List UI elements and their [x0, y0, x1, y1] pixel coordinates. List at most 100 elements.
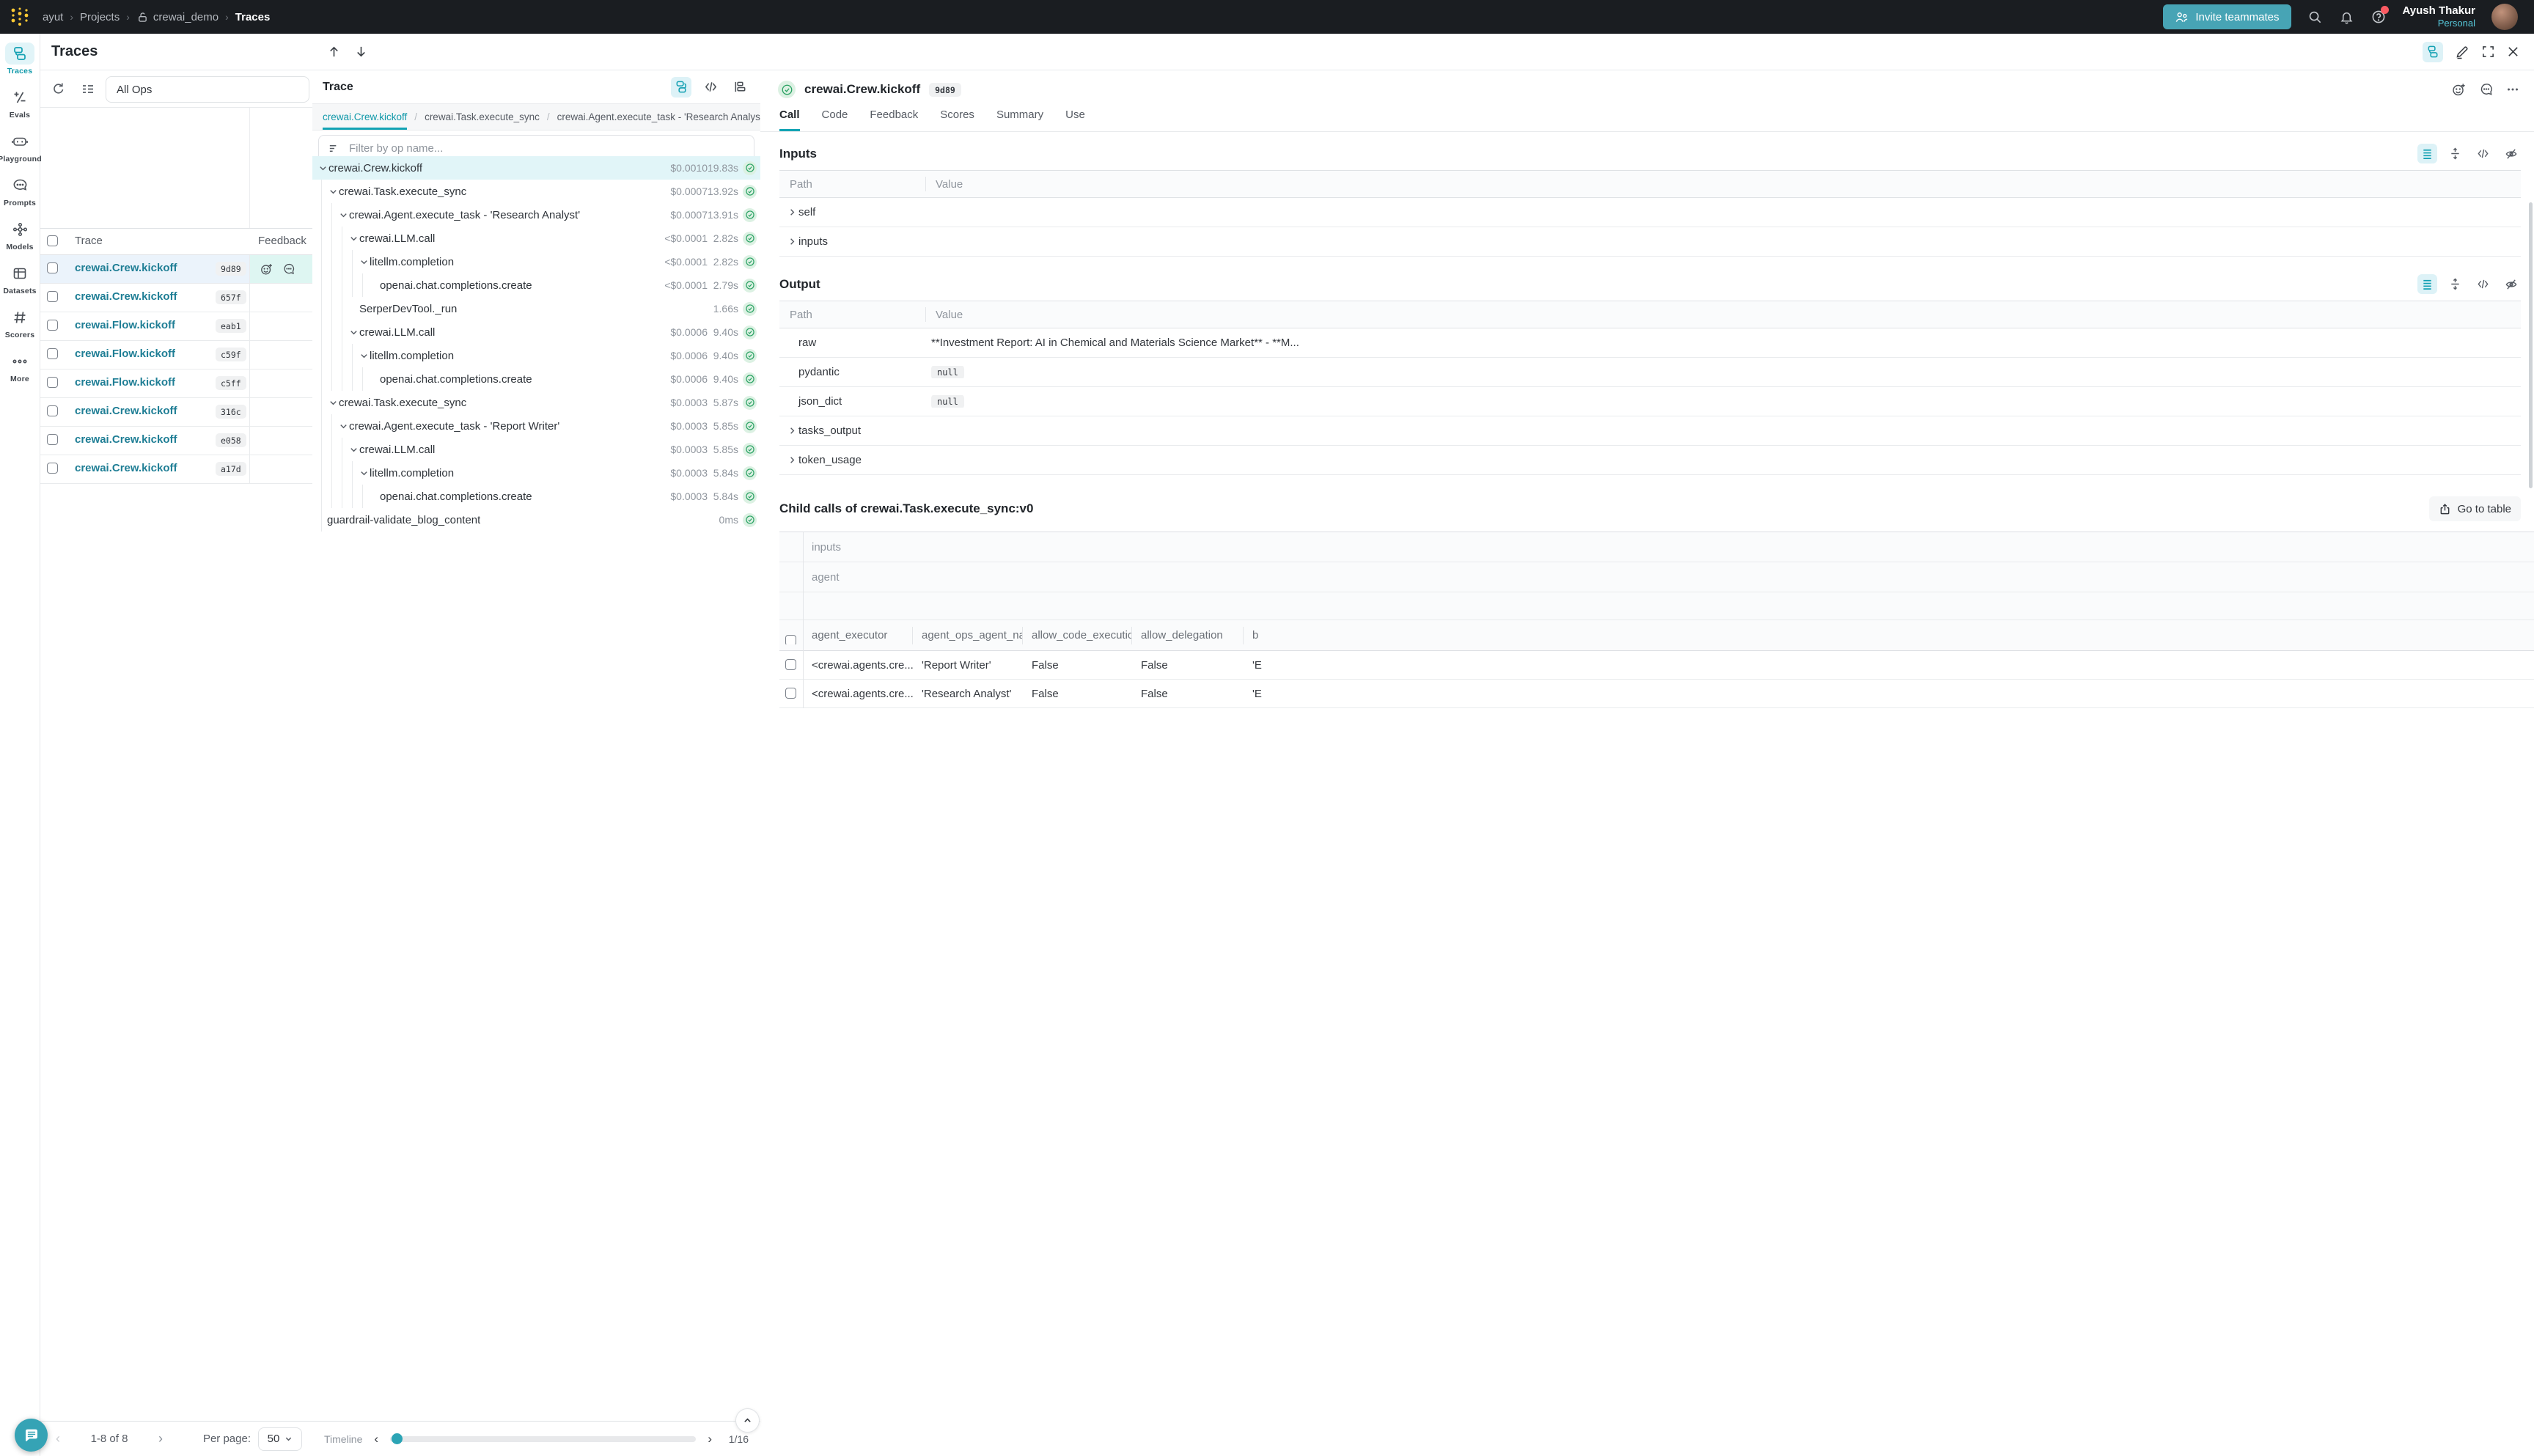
trace-name-link[interactable]: crewai.Crew.kickoff: [75, 405, 177, 417]
sidebar-item-more[interactable]: More: [5, 350, 34, 383]
kv-row[interactable]: pydantic null: [779, 358, 2521, 387]
row-checkbox[interactable]: [47, 262, 58, 273]
hide-values-toggle[interactable]: [2501, 144, 2521, 163]
chevron-down-icon[interactable]: [317, 163, 328, 173]
chevron-down-icon[interactable]: [337, 422, 349, 431]
list-view-toggle[interactable]: [2417, 274, 2437, 294]
tab-scores[interactable]: Scores: [940, 109, 974, 131]
expand-rows-toggle[interactable]: [2445, 144, 2465, 163]
sidebar-item-playground[interactable]: Playground: [0, 130, 42, 163]
chevron-down-icon[interactable]: [358, 257, 370, 267]
tab-summary[interactable]: Summary: [996, 109, 1043, 131]
chevron-right-icon[interactable]: [779, 207, 798, 217]
timeline-slider[interactable]: [390, 1436, 696, 1442]
trace-tree-row[interactable]: crewai.LLM.call $0.0003 5.85s: [312, 438, 760, 461]
breadcrumb-project[interactable]: crewai_demo: [136, 11, 218, 23]
chevron-right-icon[interactable]: [779, 455, 798, 465]
sidebar-item-traces[interactable]: Traces: [5, 43, 34, 76]
tab-use[interactable]: Use: [1065, 109, 1085, 131]
trace-name-link[interactable]: crewai.Flow.kickoff: [75, 319, 175, 331]
op-filter-dropdown[interactable]: All Ops: [106, 76, 309, 103]
kv-row[interactable]: json_dict null: [779, 387, 2521, 416]
chevron-down-icon[interactable]: [358, 468, 370, 478]
kv-row[interactable]: token_usage: [779, 446, 2521, 475]
trace-name-link[interactable]: crewai.Crew.kickoff: [75, 290, 177, 303]
list-view-toggle[interactable]: [2417, 144, 2437, 163]
op-name-filter-input[interactable]: [348, 141, 745, 155]
column-settings-icon[interactable]: [81, 81, 95, 96]
chat-widget-button[interactable]: [15, 1419, 48, 1452]
chevron-down-icon[interactable]: [337, 210, 349, 220]
tree-view-toggle[interactable]: [671, 77, 691, 98]
row-checkbox[interactable]: [47, 291, 58, 302]
close-icon[interactable]: [2507, 45, 2519, 58]
kv-row[interactable]: raw **Investment Report: AI in Chemical …: [779, 328, 2521, 358]
trace-name-link[interactable]: crewai.Flow.kickoff: [75, 348, 175, 360]
trace-tree-row[interactable]: litellm.completion <$0.0001 2.82s: [312, 250, 760, 273]
trace-name-link[interactable]: crewai.Crew.kickoff: [75, 462, 177, 474]
trace-tree-row[interactable]: openai.chat.completions.create <$0.0001 …: [312, 273, 760, 297]
add-reaction-icon[interactable]: [260, 262, 273, 276]
child-call-row[interactable]: <crewai.agents.cre...'Research Analyst'F…: [779, 680, 2534, 708]
chevron-right-icon[interactable]: [779, 237, 798, 246]
chevron-down-icon[interactable]: [348, 328, 359, 337]
row-checkbox[interactable]: [47, 377, 58, 388]
go-to-table-button[interactable]: Go to table: [2429, 496, 2521, 521]
trace-tree-row[interactable]: openai.chat.completions.create $0.0006 9…: [312, 367, 760, 391]
trace-row[interactable]: crewai.Crew.kickoff e058: [40, 427, 312, 455]
trace-tree-row[interactable]: litellm.completion $0.0006 9.40s: [312, 344, 760, 367]
comment-icon[interactable]: [282, 262, 295, 276]
notifications-bell-icon[interactable]: [2339, 10, 2354, 25]
timeline-prev-icon[interactable]: ‹: [371, 1432, 381, 1446]
avatar[interactable]: [2491, 4, 2518, 30]
chevron-down-icon[interactable]: [327, 187, 339, 196]
trace-tree-row[interactable]: litellm.completion $0.0003 5.84s: [312, 461, 760, 485]
trace-row[interactable]: crewai.Flow.kickoff eab1: [40, 312, 312, 341]
flame-view-toggle[interactable]: [730, 77, 750, 98]
sidebar-item-prompts[interactable]: Prompts: [4, 174, 36, 207]
tab-feedback[interactable]: Feedback: [870, 109, 918, 131]
chevron-down-icon[interactable]: [348, 445, 359, 455]
column-header[interactable]: b: [1244, 627, 1390, 644]
row-checkbox[interactable]: [47, 348, 58, 359]
arrow-down-icon[interactable]: [354, 45, 368, 59]
code-view-toggle[interactable]: [700, 77, 721, 98]
breadcrumb-projects[interactable]: Projects: [80, 11, 120, 23]
trace-row[interactable]: crewai.Flow.kickoff c5ff: [40, 369, 312, 398]
chevron-down-icon[interactable]: [358, 351, 370, 361]
trace-tree-row[interactable]: guardrail-validate_blog_content 0ms: [312, 508, 760, 532]
kv-row[interactable]: tasks_output: [779, 416, 2521, 446]
next-page-icon[interactable]: ›: [153, 1431, 169, 1446]
trace-tree-row[interactable]: crewai.Task.execute_sync $0.0007 13.92s: [312, 180, 760, 203]
row-checkbox[interactable]: [47, 434, 58, 445]
column-header[interactable]: allow_code_execution: [1023, 627, 1132, 644]
tree-layout-toggle[interactable]: [2423, 42, 2443, 62]
column-header[interactable]: allow_delegation: [1132, 627, 1244, 644]
chevron-down-icon[interactable]: [348, 234, 359, 243]
per-page-select[interactable]: 50: [258, 1427, 302, 1451]
row-checkbox[interactable]: [47, 405, 58, 416]
child-call-row[interactable]: <crewai.agents.cre...'Report Writer'Fals…: [779, 651, 2534, 680]
trace-name-link[interactable]: crewai.Flow.kickoff: [75, 376, 175, 389]
column-header[interactable]: agent_executor: [803, 627, 913, 644]
timeline-next-icon[interactable]: ›: [705, 1432, 715, 1446]
trace-tree-row[interactable]: crewai.LLM.call <$0.0001 2.82s: [312, 227, 760, 250]
hide-values-toggle[interactable]: [2501, 274, 2521, 294]
trace-row[interactable]: crewai.Crew.kickoff 316c: [40, 398, 312, 427]
expand-rows-toggle[interactable]: [2445, 274, 2465, 294]
scrollbar[interactable]: [2529, 202, 2533, 488]
comment-icon[interactable]: [2479, 82, 2494, 97]
trace-tree-row[interactable]: openai.chat.completions.create $0.0003 5…: [312, 485, 760, 508]
prev-page-icon[interactable]: ‹: [50, 1431, 66, 1446]
path-tab[interactable]: crewai.Agent.execute_task - 'Research An…: [557, 104, 760, 130]
trace-tree-row[interactable]: crewai.Agent.execute_task - 'Report Writ…: [312, 414, 760, 438]
trace-tree-row[interactable]: crewai.Task.execute_sync $0.0003 5.87s: [312, 391, 760, 414]
row-checkbox[interactable]: [785, 688, 796, 699]
trace-tree-row[interactable]: crewai.Crew.kickoff $0.0010 19.83s: [312, 156, 760, 180]
user-menu[interactable]: Ayush Thakur Personal: [2403, 4, 2475, 29]
kv-row[interactable]: self: [779, 198, 2521, 227]
chevron-right-icon[interactable]: [779, 426, 798, 435]
sidebar-item-models[interactable]: Models: [5, 218, 34, 251]
trace-name-link[interactable]: crewai.Crew.kickoff: [75, 433, 177, 446]
select-all-checkbox[interactable]: [47, 235, 58, 246]
